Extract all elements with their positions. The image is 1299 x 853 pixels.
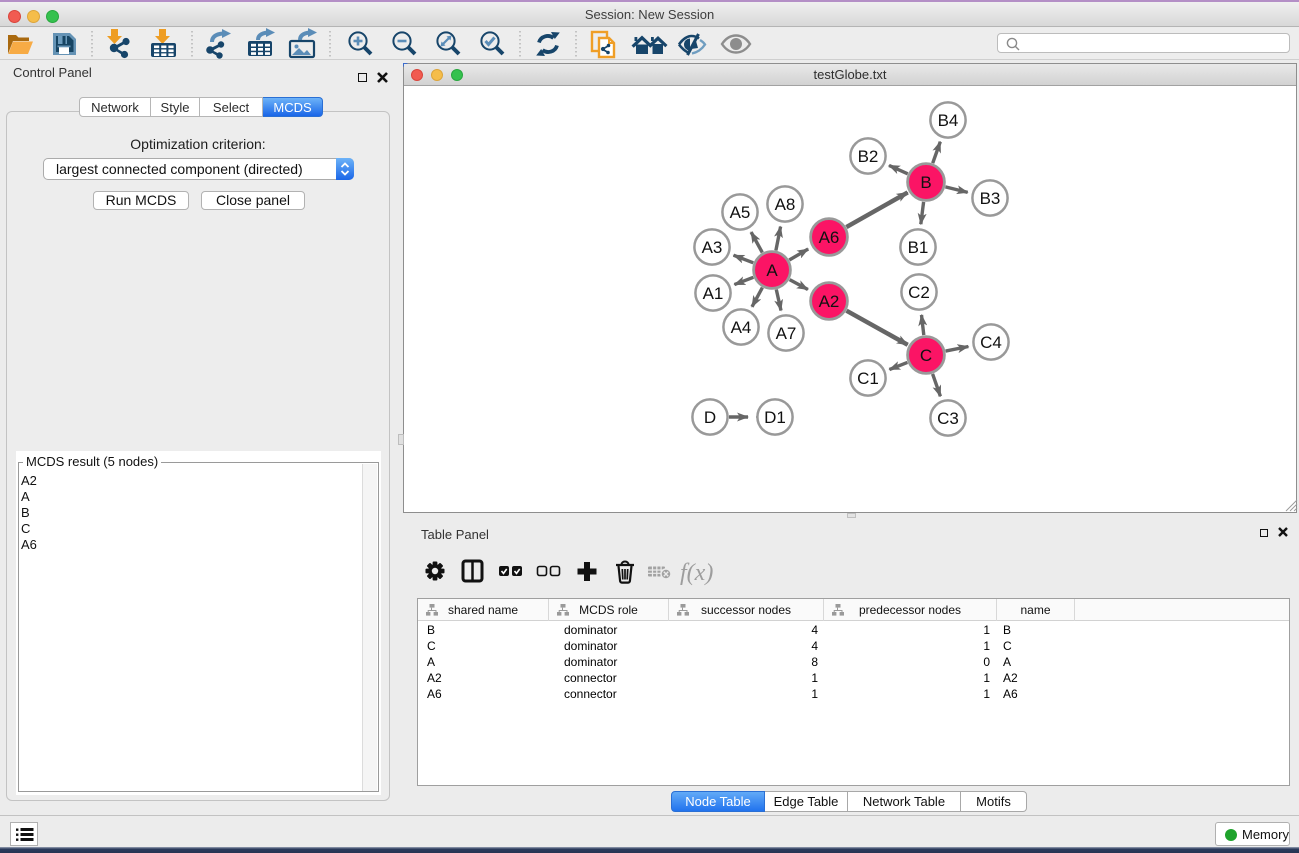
svg-text:A7: A7 [776, 324, 797, 343]
svg-text:D1: D1 [764, 408, 786, 427]
svg-text:B3: B3 [980, 189, 1001, 208]
svg-text:A4: A4 [731, 318, 752, 337]
svg-text:A8: A8 [775, 195, 796, 214]
svg-text:A3: A3 [702, 238, 723, 257]
svg-text:C4: C4 [980, 333, 1002, 352]
svg-text:C1: C1 [857, 369, 879, 388]
svg-text:A5: A5 [730, 203, 751, 222]
svg-text:A6: A6 [819, 228, 840, 247]
svg-text:C3: C3 [937, 409, 959, 428]
svg-text:B4: B4 [938, 111, 959, 130]
svg-text:C2: C2 [908, 283, 930, 302]
svg-text:B1: B1 [908, 238, 929, 257]
svg-text:A2: A2 [819, 292, 840, 311]
svg-text:B: B [920, 173, 931, 192]
svg-text:B2: B2 [858, 147, 879, 166]
svg-text:f(x): f(x) [680, 560, 713, 586]
svg-text:D: D [704, 408, 716, 427]
svg-text:A1: A1 [703, 284, 724, 303]
svg-text:C: C [920, 346, 932, 365]
svg-text:A: A [766, 261, 778, 280]
